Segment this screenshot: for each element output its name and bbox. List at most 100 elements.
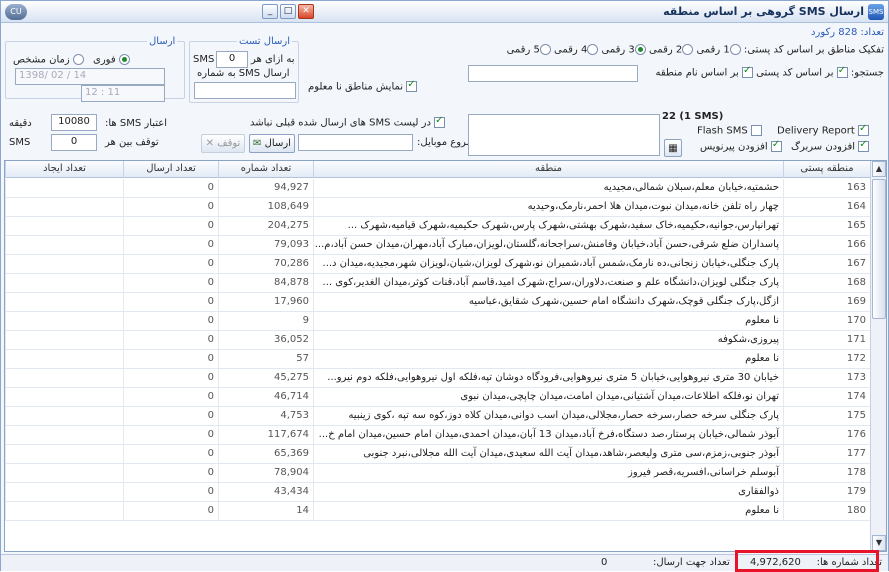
header-region[interactable]: منطقه bbox=[313, 161, 783, 178]
cell-region: تهرانپارس،جوانیه،حکیمیه،خاک سفید،شهرک به… bbox=[313, 217, 783, 235]
cell-sent[interactable]: 0 bbox=[123, 483, 218, 501]
table-row[interactable]: 177 آبوذر جنوبی،زمزم،سی متری ولیعصر،شاهد،… bbox=[5, 445, 870, 464]
close-icon[interactable]: ✕ bbox=[298, 4, 314, 19]
cell-created bbox=[5, 312, 123, 330]
cell-sent[interactable]: 0 bbox=[123, 274, 218, 292]
grid-header: تعداد ایجاد تعداد ارسال تعداد شماره منطق… bbox=[5, 161, 870, 178]
cell-sent[interactable]: 0 bbox=[123, 198, 218, 216]
send-mode-legend: ارسال bbox=[147, 36, 178, 47]
grid-scrollbar[interactable]: ▲ ▼ bbox=[870, 161, 886, 551]
table-row[interactable]: 166 پاسداران ضلع شرقی،حسن آباد،خیابان وفا… bbox=[5, 236, 870, 255]
show-unknown-row: نمایش مناطق نا معلوم bbox=[308, 79, 418, 93]
radio-digit-4[interactable] bbox=[587, 44, 599, 55]
cell-region: پیروزی،شکوفه bbox=[313, 331, 783, 349]
cell-count: 117,674 bbox=[218, 426, 313, 444]
cell-created bbox=[5, 464, 123, 482]
cell-sent[interactable]: 0 bbox=[123, 388, 218, 406]
header-created[interactable]: تعداد ایجاد bbox=[5, 161, 123, 178]
cell-postal-code: 166 bbox=[783, 236, 870, 254]
cell-sent[interactable]: 0 bbox=[123, 331, 218, 349]
delivery-report-row: Delivery Report bbox=[777, 123, 870, 137]
search-by-name-label: بر اساس نام منطقه bbox=[655, 67, 739, 79]
table-row[interactable]: 180 نا معلوم 14 0 bbox=[5, 502, 870, 521]
cell-postal-code: 164 bbox=[783, 198, 870, 216]
table-row[interactable]: 170 نا معلوم 9 0 bbox=[5, 312, 870, 331]
table-row[interactable]: 173 خیابان 30 متری نیروهوایی،خیابان 5 متر… bbox=[5, 369, 870, 388]
minimize-icon[interactable]: _ bbox=[262, 4, 278, 19]
insert-field-button[interactable]: ▦ bbox=[664, 139, 682, 157]
table-row[interactable]: 164 چهار راه تلفن خانه،میدان نبوت،میدان ه… bbox=[5, 198, 870, 217]
radio-digit-1[interactable] bbox=[729, 44, 741, 55]
table-row[interactable]: 165 تهرانپارس،جوانیه،حکیمیه،خاک سفید،شهرک… bbox=[5, 217, 870, 236]
pause-input[interactable]: 0 bbox=[51, 134, 97, 151]
cell-region: پاسداران ضلع شرقی،حسن آباد،خیابان وفامنش… bbox=[313, 236, 783, 254]
send-scheduled-radio[interactable] bbox=[72, 54, 84, 65]
cell-sent[interactable]: 0 bbox=[123, 464, 218, 482]
search-by-name-checkbox[interactable] bbox=[741, 65, 753, 78]
table-row[interactable]: 178 آبوسلم خراسانی،افسریه،قصر فیروز 78,904… bbox=[5, 464, 870, 483]
cell-sent[interactable]: 0 bbox=[123, 426, 218, 444]
table-row[interactable]: 171 پیروزی،شکوفه 36,052 0 bbox=[5, 331, 870, 350]
scroll-thumb[interactable] bbox=[872, 179, 886, 319]
title-bar: SMS ارسال SMS گروهی بر اساس منطقه _ □ ✕ … bbox=[1, 1, 888, 23]
header-count[interactable]: تعداد شماره bbox=[218, 161, 313, 178]
cell-sent[interactable]: 0 bbox=[123, 255, 218, 273]
table-row[interactable]: 172 نا معلوم 57 0 bbox=[5, 350, 870, 369]
table-row[interactable]: 175 پارک جنگلی سرخه حصار،سرخه حصار،مجلالی… bbox=[5, 407, 870, 426]
cell-sent[interactable]: 0 bbox=[123, 502, 218, 520]
cell-sent[interactable]: 0 bbox=[123, 217, 218, 235]
scroll-up-icon[interactable]: ▲ bbox=[872, 161, 886, 177]
exclude-sent-checkbox[interactable] bbox=[434, 115, 446, 128]
stop-button[interactable]: ✕ توقف bbox=[201, 134, 245, 153]
cell-region: نا معلوم bbox=[313, 312, 783, 330]
send-instant-option: فوری bbox=[93, 54, 130, 66]
search-input[interactable] bbox=[468, 65, 638, 82]
header-postal-code[interactable]: منطقه پستی bbox=[783, 161, 870, 178]
table-row[interactable]: 179 ذوالفقاری 43,434 0 bbox=[5, 483, 870, 502]
message-textarea[interactable] bbox=[468, 114, 660, 156]
table-row[interactable]: 167 پارک جنگلی،خیابان زنجانی،ده نارمک،شمس… bbox=[5, 255, 870, 274]
test-number-input[interactable] bbox=[194, 82, 296, 99]
schedule-time-input[interactable]: 12 : 11 bbox=[81, 85, 165, 102]
add-header-row: افزودن سربرگ bbox=[791, 139, 870, 153]
cell-sent[interactable]: 0 bbox=[123, 293, 218, 311]
table-row[interactable]: 163 حشمتیه،خیابان معلم،سبلان شمالی،مجیدیه… bbox=[5, 179, 870, 198]
cell-region: خیابان 30 متری نیروهوایی،خیابان 5 متری ن… bbox=[313, 369, 783, 387]
table-row[interactable]: 174 تهران نو،فلکه اطلاعات،میدان آشتیانی،م… bbox=[5, 388, 870, 407]
validity-input[interactable]: 10080 bbox=[51, 114, 97, 131]
table-row[interactable]: 168 پارک جنگلی لویزان،دانشگاه علم و صنعت،… bbox=[5, 274, 870, 293]
radio-digit-2[interactable] bbox=[682, 44, 694, 55]
flash-sms-checkbox[interactable] bbox=[750, 125, 762, 136]
start-mobile-input[interactable] bbox=[298, 134, 413, 151]
cell-sent[interactable]: 0 bbox=[123, 445, 218, 463]
cell-sent[interactable]: 0 bbox=[123, 236, 218, 254]
cell-region: آبوسلم خراسانی،افسریه،قصر فیروز bbox=[313, 464, 783, 482]
send-instant-radio[interactable] bbox=[118, 54, 130, 65]
scroll-down-icon[interactable]: ▼ bbox=[872, 535, 886, 551]
table-row[interactable]: 169 ازگل،پارک جنگلی قوچک،شهرک دانشگاه اما… bbox=[5, 293, 870, 312]
cell-count: 78,904 bbox=[218, 464, 313, 482]
header-sent[interactable]: تعداد ارسال bbox=[123, 161, 218, 178]
cell-sent[interactable]: 0 bbox=[123, 312, 218, 330]
radio-digit-3[interactable] bbox=[634, 44, 646, 55]
cell-sent[interactable]: 0 bbox=[123, 407, 218, 425]
radio-digit-5[interactable] bbox=[539, 44, 551, 55]
cell-sent[interactable]: 0 bbox=[123, 179, 218, 197]
maximize-icon[interactable]: □ bbox=[280, 4, 296, 19]
cell-sent[interactable]: 0 bbox=[123, 350, 218, 368]
radio-digit-1-label: 1 رقمی bbox=[696, 44, 730, 56]
cell-sent[interactable]: 0 bbox=[123, 369, 218, 387]
test-per-input[interactable]: 0 bbox=[216, 51, 248, 68]
show-unknown-checkbox[interactable] bbox=[406, 79, 418, 92]
exclude-sent-label: در لیست SMS های ارسال شده قبلی نباشد bbox=[250, 117, 431, 129]
delivery-report-checkbox[interactable] bbox=[858, 123, 870, 136]
record-count: تعداد: 828 رکورد bbox=[811, 27, 884, 38]
send-button[interactable]: ✉ ارسال bbox=[249, 134, 295, 153]
search-by-postal-checkbox[interactable] bbox=[836, 65, 848, 78]
schedule-date-input[interactable]: 1398/ 02 / 14 bbox=[15, 68, 165, 85]
add-footer-checkbox[interactable] bbox=[770, 139, 782, 152]
cell-region: پارک جنگلی سرخه حصار،سرخه حصار،مجلالی،می… bbox=[313, 407, 783, 425]
table-row[interactable]: 176 آبوذر شمالی،خیابان پرستار،صد دستگاه،ف… bbox=[5, 426, 870, 445]
cell-count: 94,927 bbox=[218, 179, 313, 197]
add-header-checkbox[interactable] bbox=[858, 139, 870, 152]
